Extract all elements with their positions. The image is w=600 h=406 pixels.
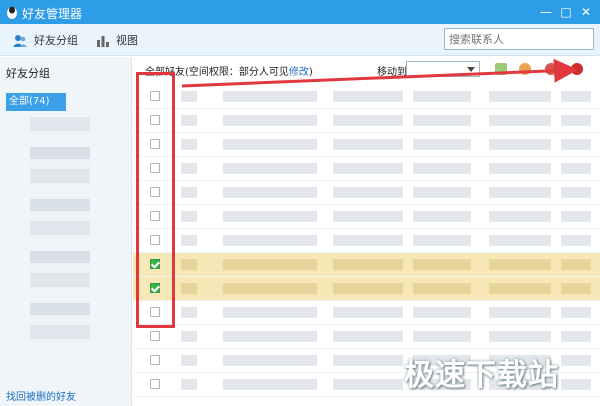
- annotation-arrow: [181, 58, 578, 88]
- watermark-logo: 极速下载站: [404, 358, 559, 393]
